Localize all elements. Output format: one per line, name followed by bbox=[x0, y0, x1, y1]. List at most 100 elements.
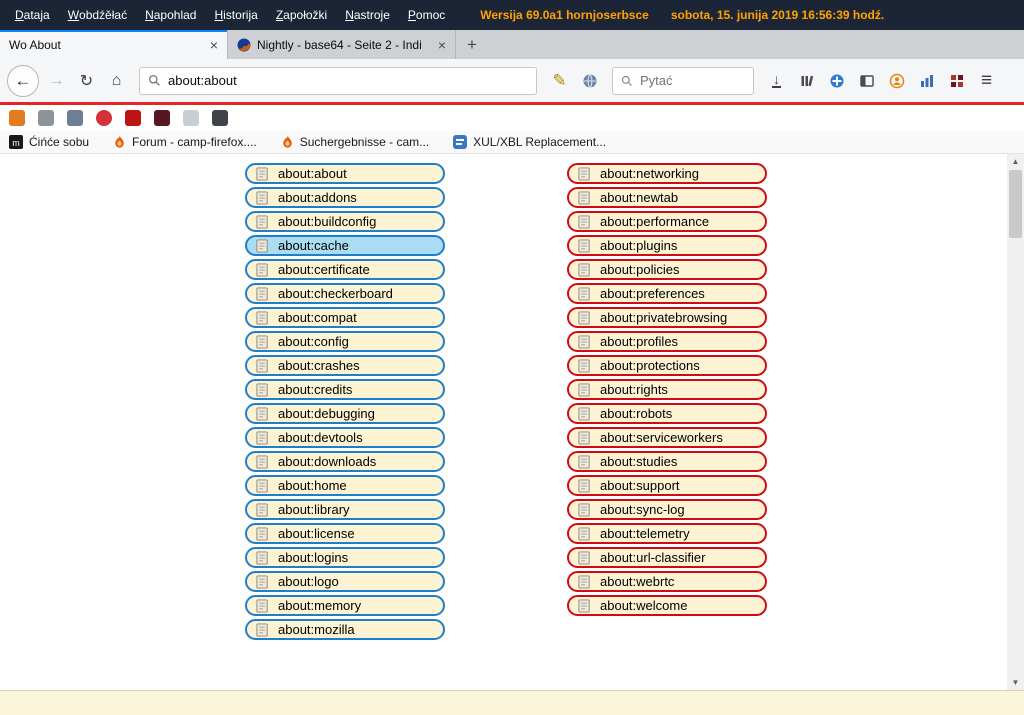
about-button-about-logo[interactable]: about:logo bbox=[245, 571, 445, 592]
about-button-about-serviceworkers[interactable]: about:serviceworkers bbox=[567, 427, 767, 448]
about-button-about-plugins[interactable]: about:plugins bbox=[567, 235, 767, 256]
about-button-about-url-classifier[interactable]: about:url-classifier bbox=[567, 547, 767, 568]
downloads-button[interactable]: ↓ bbox=[764, 67, 789, 95]
scrollbar-thumb[interactable] bbox=[1009, 170, 1022, 238]
url-input[interactable] bbox=[168, 73, 528, 88]
bookmark-item[interactable]: Forum - camp-firefox.... bbox=[113, 135, 257, 149]
about-button-about-mozilla[interactable]: about:mozilla bbox=[245, 619, 445, 640]
about-button-about-robots[interactable]: about:robots bbox=[567, 403, 767, 424]
new-tab-button[interactable]: + bbox=[456, 30, 488, 59]
toolbar-bookmark-icon-1[interactable] bbox=[9, 110, 25, 126]
scrollbar[interactable]: ▲ ▼ bbox=[1007, 154, 1024, 690]
pen-button[interactable]: ✎ bbox=[547, 67, 572, 95]
menu-button[interactable]: ≡ bbox=[974, 67, 999, 95]
bookmark-label: XUL/XBL Replacement... bbox=[473, 135, 606, 149]
bookmark-item[interactable]: mĆińće sobu bbox=[9, 135, 89, 149]
home-button[interactable]: ⌂ bbox=[104, 67, 129, 95]
library-button[interactable] bbox=[794, 67, 819, 95]
about-button-about-newtab[interactable]: about:newtab bbox=[567, 187, 767, 208]
bookmark-item[interactable]: XUL/XBL Replacement... bbox=[453, 135, 606, 149]
menu-dataja[interactable]: Dataja bbox=[6, 0, 59, 30]
about-button-about-downloads[interactable]: about:downloads bbox=[245, 451, 445, 472]
about-button-about-policies[interactable]: about:policies bbox=[567, 259, 767, 280]
page-icon bbox=[255, 503, 270, 517]
menu-zapooki[interactable]: Zapołožki bbox=[267, 0, 336, 30]
forward-button[interactable]: → bbox=[44, 67, 69, 95]
forward-icon: → bbox=[49, 72, 65, 90]
bookmark-item[interactable]: Suchergebnisse - cam... bbox=[281, 135, 429, 149]
about-button-about-rights[interactable]: about:rights bbox=[567, 379, 767, 400]
about-button-about-performance[interactable]: about:performance bbox=[567, 211, 767, 232]
back-button[interactable]: ← bbox=[7, 65, 39, 97]
toolbar-bookmark-icon-7[interactable] bbox=[183, 110, 199, 126]
about-button-about-networking[interactable]: about:networking bbox=[567, 163, 767, 184]
menu-wobda[interactable]: Wobdźěłać bbox=[59, 0, 136, 30]
toolbar-bookmark-icon-6[interactable] bbox=[154, 110, 170, 126]
about-button-about-config[interactable]: about:config bbox=[245, 331, 445, 352]
menu-nastroje[interactable]: Nastroje bbox=[336, 0, 399, 30]
about-button-about-webrtc[interactable]: about:webrtc bbox=[567, 571, 767, 592]
url-bar[interactable] bbox=[139, 67, 537, 95]
tab-nightly[interactable]: Nightly - base64 - Seite 2 - Indi × bbox=[228, 30, 456, 59]
about-link-label: about:cache bbox=[278, 238, 349, 253]
about-button-about-studies[interactable]: about:studies bbox=[567, 451, 767, 472]
toolbar-bookmark-icon-2[interactable] bbox=[38, 110, 54, 126]
about-button-about-library[interactable]: about:library bbox=[245, 499, 445, 520]
close-icon[interactable]: × bbox=[438, 37, 446, 53]
about-button-about-sync-log[interactable]: about:sync-log bbox=[567, 499, 767, 520]
about-button-about-privatebrowsing[interactable]: about:privatebrowsing bbox=[567, 307, 767, 328]
about-link-label: about:config bbox=[278, 334, 349, 349]
reload-icon: ↻ bbox=[80, 71, 93, 91]
about-link-label: about:protections bbox=[600, 358, 700, 373]
toolbar-bookmark-icon-8[interactable] bbox=[212, 110, 228, 126]
close-icon[interactable]: × bbox=[210, 37, 218, 53]
scroll-up-arrow[interactable]: ▲ bbox=[1007, 154, 1024, 169]
about-link-label: about:rights bbox=[600, 382, 668, 397]
menu-pomoc[interactable]: Pomoc bbox=[399, 0, 454, 30]
about-button-about-crashes[interactable]: about:crashes bbox=[245, 355, 445, 376]
about-button-about-certificate[interactable]: about:certificate bbox=[245, 259, 445, 280]
globe-extension-button[interactable] bbox=[577, 67, 602, 95]
scroll-down-arrow[interactable]: ▼ bbox=[1007, 675, 1024, 690]
about-button-about-telemetry[interactable]: about:telemetry bbox=[567, 523, 767, 544]
about-link-label: about:studies bbox=[600, 454, 677, 469]
grid-extension-button[interactable] bbox=[944, 67, 969, 95]
about-button-about-logins[interactable]: about:logins bbox=[245, 547, 445, 568]
about-link-label: about:checkerboard bbox=[278, 286, 393, 301]
blue-extension-button[interactable] bbox=[824, 67, 849, 95]
about-button-about-compat[interactable]: about:compat bbox=[245, 307, 445, 328]
about-button-about-devtools[interactable]: about:devtools bbox=[245, 427, 445, 448]
about-button-about-protections[interactable]: about:protections bbox=[567, 355, 767, 376]
toolbar-bookmark-icon-4[interactable] bbox=[96, 110, 112, 126]
about-button-about-checkerboard[interactable]: about:checkerboard bbox=[245, 283, 445, 304]
page-icon bbox=[255, 191, 270, 205]
tab-wo-about[interactable]: Wo About × bbox=[0, 30, 228, 59]
reload-button[interactable]: ↻ bbox=[74, 67, 99, 95]
menu-napohlad[interactable]: Napohlad bbox=[136, 0, 205, 30]
about-button-about-buildconfig[interactable]: about:buildconfig bbox=[245, 211, 445, 232]
search-input[interactable] bbox=[640, 73, 745, 88]
about-button-about-home[interactable]: about:home bbox=[245, 475, 445, 496]
search-bar[interactable] bbox=[612, 67, 754, 95]
about-button-about-cache[interactable]: about:cache bbox=[245, 235, 445, 256]
page-icon bbox=[577, 551, 592, 565]
toolbar-bookmark-icon-5[interactable] bbox=[125, 110, 141, 126]
about-button-about-profiles[interactable]: about:profiles bbox=[567, 331, 767, 352]
about-button-about-memory[interactable]: about:memory bbox=[245, 595, 445, 616]
page-icon bbox=[255, 359, 270, 373]
about-link-label: about:serviceworkers bbox=[600, 430, 723, 445]
toolbar-bookmark-icon-3[interactable] bbox=[67, 110, 83, 126]
about-button-about-debugging[interactable]: about:debugging bbox=[245, 403, 445, 424]
menu-historija[interactable]: Historija bbox=[205, 0, 266, 30]
about-button-about-welcome[interactable]: about:welcome bbox=[567, 595, 767, 616]
sidebar-button[interactable] bbox=[854, 67, 879, 95]
about-button-about-about[interactable]: about:about bbox=[245, 163, 445, 184]
about-button-about-addons[interactable]: about:addons bbox=[245, 187, 445, 208]
about-button-about-credits[interactable]: about:credits bbox=[245, 379, 445, 400]
measure-button[interactable] bbox=[914, 67, 939, 95]
about-button-about-preferences[interactable]: about:preferences bbox=[567, 283, 767, 304]
account-button[interactable] bbox=[884, 67, 909, 95]
bookmark-label: Suchergebnisse - cam... bbox=[300, 135, 429, 149]
about-button-about-license[interactable]: about:license bbox=[245, 523, 445, 544]
about-button-about-support[interactable]: about:support bbox=[567, 475, 767, 496]
